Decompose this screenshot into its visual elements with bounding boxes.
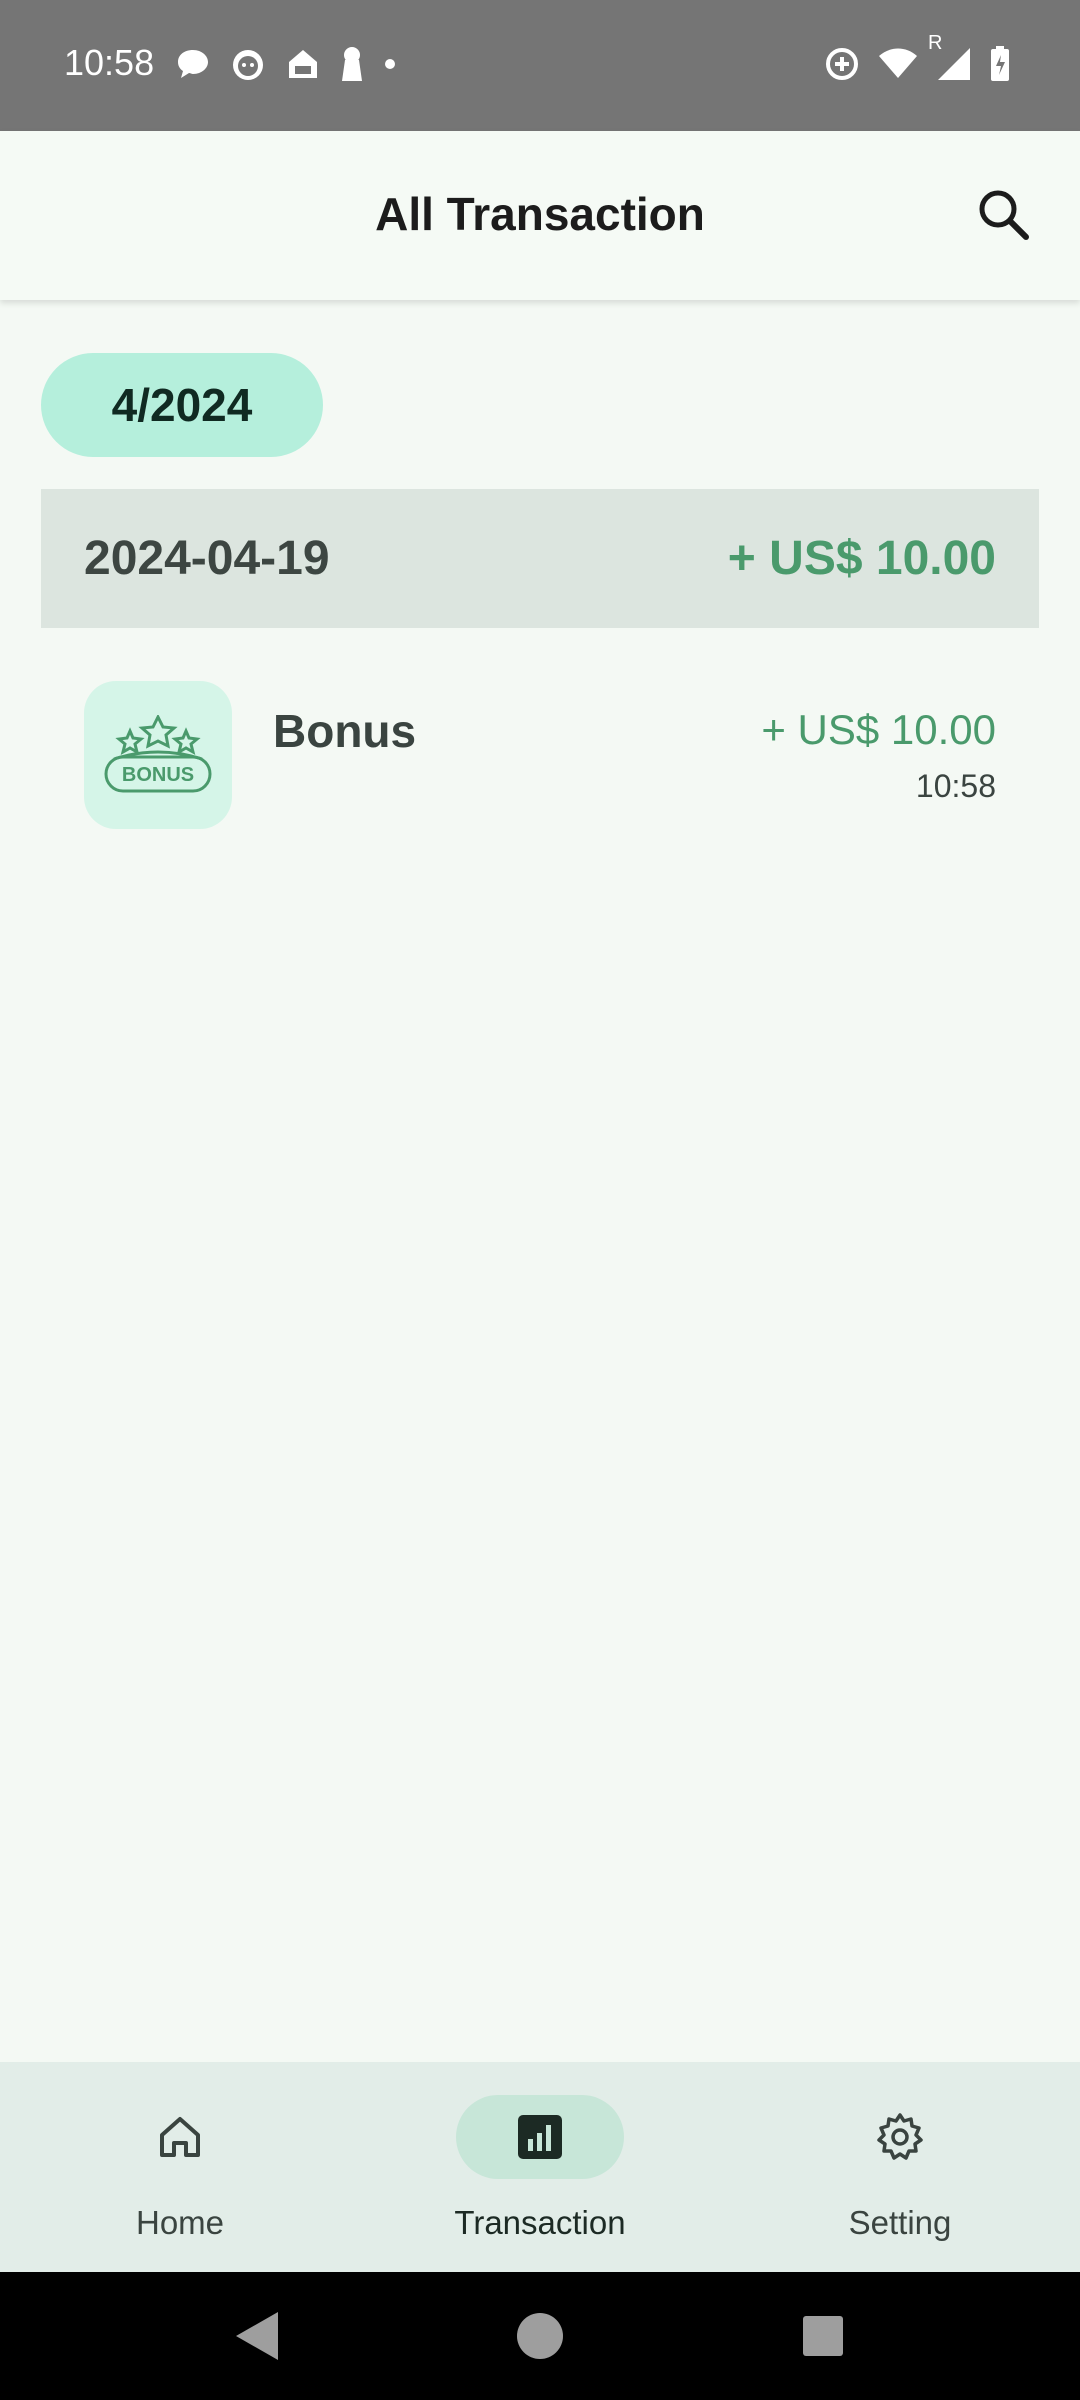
- home-icon: [160, 2117, 200, 2157]
- home-outline-icon: [286, 47, 320, 86]
- bonus-badge-icon: BONUS: [104, 715, 212, 793]
- nav-label-home: Home: [135, 2204, 225, 2241]
- bottom-nav: Home Transaction Setting: [0, 2062, 1080, 2272]
- month-filter-chip[interactable]: 4/2024: [41, 353, 323, 457]
- app-bar: All Transaction: [0, 131, 1080, 300]
- gear-icon: [877, 2113, 923, 2160]
- nav-setting-indicator: [816, 2095, 984, 2179]
- nav-item-transaction[interactable]: Transaction: [360, 2062, 720, 2272]
- battery-charging-icon: [990, 45, 1010, 87]
- date-group-header: 2024-04-19 + US$ 10.00: [41, 489, 1039, 628]
- recents-icon[interactable]: [803, 2316, 843, 2356]
- nav-item-setting[interactable]: Setting: [720, 2062, 1080, 2272]
- status-time: 10:58: [64, 42, 155, 83]
- data-saver-icon: [824, 46, 860, 87]
- nav-transaction-indicator: [456, 2095, 624, 2179]
- signal-roaming-icon: R: [928, 32, 972, 87]
- nav-label-transaction: Transaction: [454, 2204, 626, 2241]
- home-circle-icon[interactable]: [517, 2313, 563, 2359]
- transaction-amount: + US$ 10.00: [761, 706, 996, 753]
- notification-icons: [176, 46, 416, 86]
- nav-label-setting: Setting: [848, 2204, 952, 2241]
- transaction-name: Bonus: [273, 705, 417, 757]
- keyhole-icon: [340, 46, 364, 87]
- dot-icon: [384, 57, 396, 75]
- search-button[interactable]: [972, 183, 1036, 247]
- status-bar: 10:58 R: [0, 0, 1080, 131]
- chat-bubble-icon: [176, 48, 210, 85]
- group-total: + US$ 10.00: [727, 532, 996, 585]
- page-title: All Transaction: [375, 188, 705, 240]
- bonus-icon-text: BONUS: [122, 764, 194, 786]
- group-date: 2024-04-19: [84, 532, 330, 585]
- search-icon: [979, 190, 1029, 240]
- nav-item-home[interactable]: Home: [0, 2062, 360, 2272]
- back-icon[interactable]: [236, 2312, 278, 2360]
- nav-home-indicator: [96, 2095, 264, 2179]
- bar-chart-icon: [518, 2115, 562, 2159]
- system-nav-bar: [0, 2272, 1080, 2400]
- transaction-row[interactable]: BONUS Bonus + US$ 10.00 10:58: [41, 660, 1039, 840]
- transaction-icon-box: BONUS: [84, 681, 232, 829]
- roaming-letter: R: [928, 31, 943, 54]
- transaction-time: 10:58: [915, 768, 996, 804]
- wifi-icon: [878, 48, 918, 85]
- system-status-icons: R: [806, 32, 1010, 87]
- cat-face-icon: [230, 46, 266, 87]
